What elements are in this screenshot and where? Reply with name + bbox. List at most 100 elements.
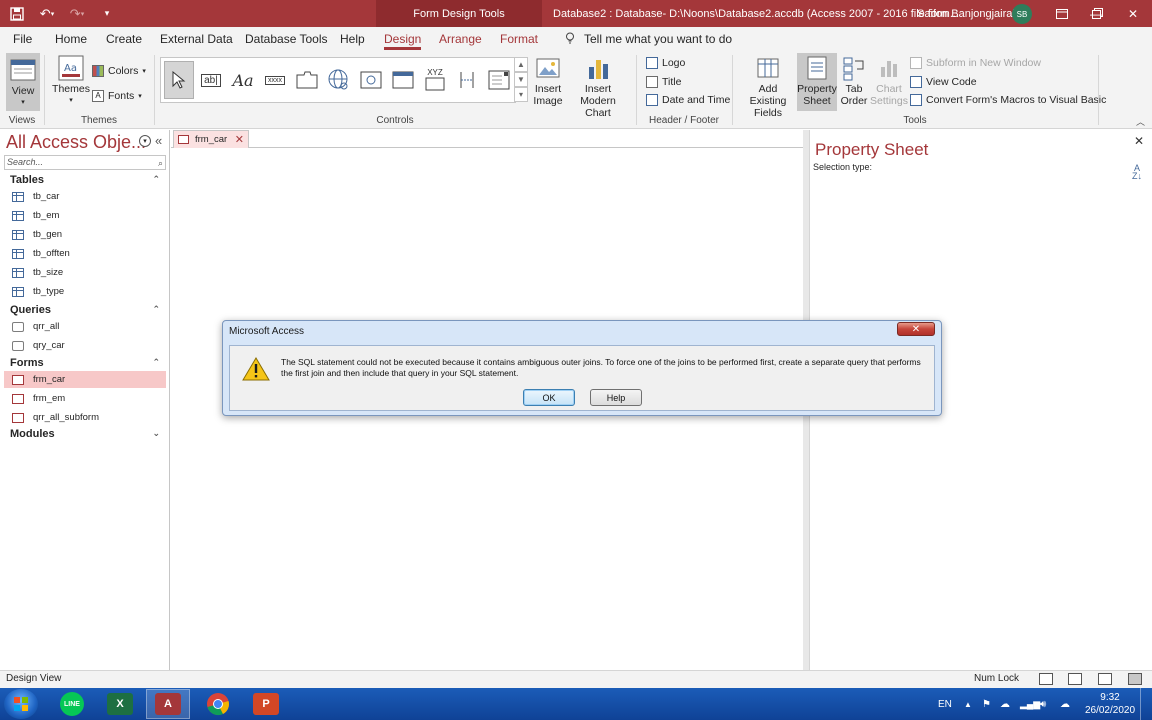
themes-button[interactable]: Aa Themes ▾ [52,55,90,111]
tab-home[interactable]: Home [55,27,87,51]
tab-help[interactable]: Help [340,27,365,51]
gallery-more-icon[interactable]: ▾ [514,87,528,102]
insert-modern-chart-button[interactable]: Insert Modern Chart [566,55,630,119]
gallery-scroll-down-icon[interactable]: ▼ [514,72,528,87]
colors-button[interactable]: Colors ▾ [92,63,146,79]
convert-macros-button[interactable]: Convert Form's Macros to Visual Basic [910,92,1106,108]
button-control-icon[interactable]: xxxx [260,61,290,99]
nav-item-tb-em[interactable]: tb_em [4,207,166,224]
nav-item-tb-type[interactable]: tb_type [4,283,166,300]
redo-icon[interactable]: ↷ ▾ [66,3,88,25]
action-center-flag-icon[interactable]: ⚑ [982,688,991,720]
nav-item-tb-offten[interactable]: tb_offten [4,245,166,262]
code-icon [910,76,922,88]
page-break-icon[interactable] [452,61,482,99]
insert-image-button[interactable]: Insert Image [530,55,566,111]
text-box-icon[interactable]: ab| [196,61,226,99]
start-button[interactable] [4,689,38,719]
help-button[interactable]: Help [590,389,642,406]
avatar[interactable]: SB [1012,4,1032,24]
system-clock[interactable]: 9:32 26/02/2020 [1084,691,1136,717]
shutter-bar-collapse-icon[interactable]: « [155,133,162,148]
sort-az-icon[interactable]: A Z↓ [1132,164,1142,181]
tab-arrange[interactable]: Arrange [439,27,482,51]
show-hidden-icons-icon[interactable]: ▲ [964,688,972,720]
nav-item-frm-car[interactable]: frm_car [4,371,166,388]
line-app-icon[interactable]: LINE [50,689,94,719]
tab-external-data[interactable]: External Data [160,27,233,51]
hyperlink-icon[interactable] [324,61,354,99]
chrome-app-icon[interactable] [196,689,240,719]
search-icon[interactable]: ⌕ [158,157,163,170]
nav-category-queries[interactable]: Queries ⌃ [10,304,160,316]
select-pointer-icon[interactable] [164,61,194,99]
restore-icon[interactable] [1080,0,1114,27]
nav-item-frm-em[interactable]: frm_em [4,390,166,407]
customize-icon[interactable]: ▾ [96,3,118,25]
access-app-icon[interactable]: A [146,689,190,719]
volume-icon[interactable]: 🔊︎ [1040,688,1046,720]
tab-control-icon[interactable] [292,61,322,99]
design-view-icon[interactable] [1128,673,1142,685]
nav-item-label: qrr_all [33,321,60,332]
tab-file[interactable]: File [13,27,32,51]
nav-category-tables[interactable]: Tables ⌃ [10,174,160,186]
onedrive-icon[interactable]: ☁ [1000,688,1010,720]
view-button[interactable]: View ▾ [6,53,40,111]
form-view-icon[interactable] [1039,673,1053,685]
tab-create[interactable]: Create [106,27,142,51]
cloud-sync-icon[interactable]: ☁ [1060,688,1070,720]
property-sheet-button[interactable]: Property Sheet [797,53,837,111]
web-browser-icon[interactable] [356,61,386,99]
nav-menu-dropdown-icon[interactable]: ▾ [139,135,151,147]
nav-item-qrr-all[interactable]: qrr_all [4,318,166,335]
nav-item-qrr-all-subform[interactable]: qrr_all_subform [4,409,166,426]
powerpoint-app-icon[interactable]: P [244,689,288,719]
network-signal-icon[interactable]: ▂▄▆ [1020,688,1040,720]
add-fields-icon [755,55,781,81]
document-tab-frm-car[interactable]: frm_car ✕ [173,130,249,148]
chart-settings-button[interactable]: Chart Settings [870,55,908,111]
navigation-control-icon[interactable] [388,61,418,99]
tab-format[interactable]: Format [500,27,538,51]
form-icon [178,135,189,144]
label-control-icon[interactable]: Aa [228,61,258,99]
nav-search-input[interactable]: Search... ⌕ [4,155,166,170]
user-name[interactable]: Saifon Banjongjairak [917,0,1018,27]
show-desktop-button[interactable] [1140,688,1150,720]
datasheet-view-icon[interactable] [1068,673,1082,685]
nav-item-qry-car[interactable]: qry_car [4,337,166,354]
nav-pane-title[interactable]: All Access Obje... [6,132,146,153]
close-icon[interactable]: ✕ [1134,134,1144,148]
nav-category-forms[interactable]: Forms ⌃ [10,357,160,369]
combo-box-icon[interactable] [484,61,514,99]
subform-new-window-button[interactable]: Subform in New Window [910,55,1041,71]
ok-button[interactable]: OK [523,389,575,406]
add-existing-fields-button[interactable]: Add Existing Fields [740,55,796,119]
fonts-button[interactable]: A Fonts ▾ [92,88,142,104]
language-indicator[interactable]: EN [938,688,952,720]
tab-database-tools[interactable]: Database Tools [245,27,328,51]
gallery-scroll-up-icon[interactable]: ▲ [514,57,528,72]
close-icon[interactable]: ✕ [1116,0,1150,27]
nav-item-tb-gen[interactable]: tb_gen [4,226,166,243]
view-code-button[interactable]: View Code [910,74,977,90]
dialog-close-icon[interactable]: ✕ [897,322,935,336]
nav-item-tb-car[interactable]: tb_car [4,188,166,205]
tell-me-box[interactable]: Tell me what you want to do [564,27,732,51]
collapse-ribbon-icon[interactable]: ︿ [1136,115,1145,128]
ribbon-display-options-icon[interactable] [1045,0,1079,27]
option-group-icon[interactable]: XYZ [420,61,450,99]
save-icon[interactable] [6,3,28,25]
date-time-button[interactable]: Date and Time [646,92,730,108]
nav-category-modules[interactable]: Modules ⌄ [10,428,160,440]
tab-design[interactable]: Design [384,27,422,51]
close-tab-icon[interactable]: ✕ [235,133,244,146]
nav-item-tb-size[interactable]: tb_size [4,264,166,281]
layout-view-icon[interactable] [1098,673,1112,685]
tab-order-button[interactable]: Tab Order [838,55,870,111]
logo-button[interactable]: Logo [646,55,685,71]
excel-app-icon[interactable]: X [98,689,142,719]
title-button[interactable]: Title [646,74,681,90]
undo-icon[interactable]: ↶ ▾ [36,3,58,25]
